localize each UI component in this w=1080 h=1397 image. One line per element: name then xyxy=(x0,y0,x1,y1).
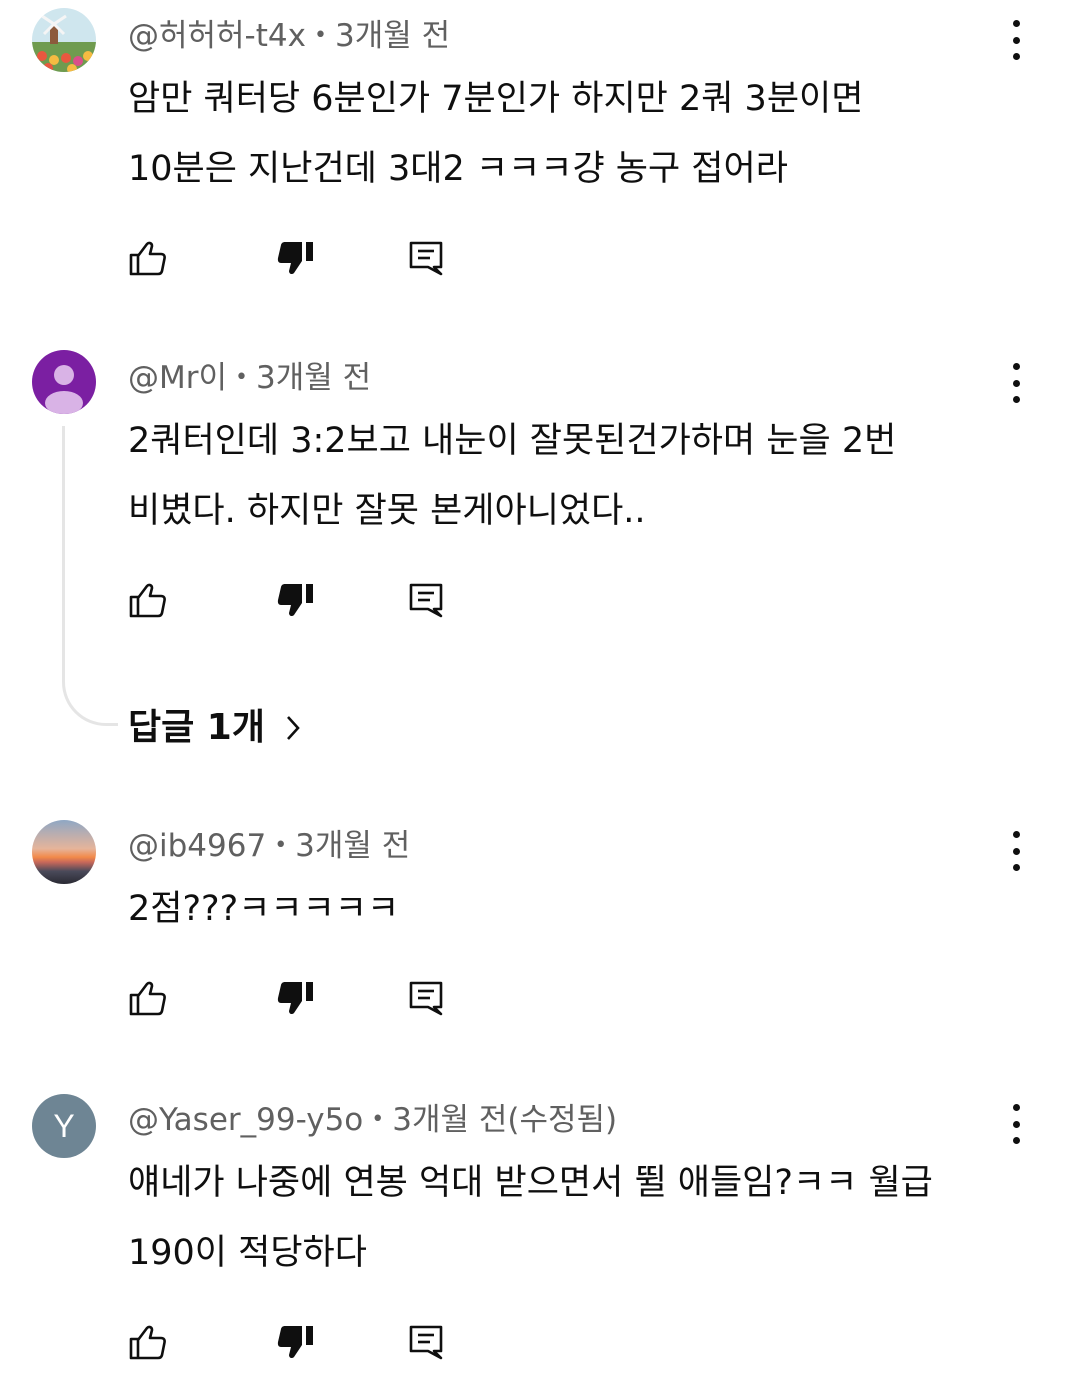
comment-text-line: 190이 적당하다 xyxy=(128,1233,367,1273)
default-user-icon xyxy=(45,365,83,414)
comment-author[interactable]: @ib4967 xyxy=(128,828,266,864)
comment-text: 얘네가 나중에 연봉 억대 받으면서 뛸 애들임?ㅋㅋ 월급 190이 적당하다 xyxy=(128,1148,1008,1288)
more-options-button[interactable] xyxy=(1000,1104,1032,1144)
comment-time: 3개월 전 xyxy=(334,18,451,54)
comment-actions xyxy=(0,1320,1080,1368)
comment-meta: @Yaser_99-y5o • 3개월 전(수정됨) xyxy=(128,1098,617,1142)
reply-button[interactable] xyxy=(404,236,448,280)
dislike-icon xyxy=(277,584,313,617)
comment-text: 암만 쿼터당 6분인가 7분인가 하지만 2쿼 3분이면 10분은 지난건데 3… xyxy=(128,64,1008,204)
view-replies-button[interactable]: 답글 1개 xyxy=(128,700,303,756)
comment-text-line: 2쿼터인데 3:2보고 내눈이 잘못된건가하며 눈을 2번 xyxy=(128,421,897,461)
windmill-tulip-avatar-image xyxy=(32,8,96,72)
reply-icon xyxy=(409,241,443,276)
replies-label: 답글 1개 xyxy=(128,707,265,748)
comment-author[interactable]: @Mr이 xyxy=(128,360,227,396)
like-button[interactable] xyxy=(126,976,170,1020)
dislike-icon xyxy=(277,1326,313,1359)
comment-meta: @ib4967 • 3개월 전 xyxy=(128,824,410,868)
like-button[interactable] xyxy=(126,578,170,622)
comment-text-line: 얘네가 나중에 연봉 억대 받으면서 뛸 애들임?ㅋㅋ 월급 xyxy=(128,1163,933,1203)
reply-button[interactable] xyxy=(404,1320,448,1364)
comment-text-line: 2점???ㅋㅋㅋㅋㅋ xyxy=(128,889,400,929)
more-options-button[interactable] xyxy=(1000,831,1032,871)
like-button[interactable] xyxy=(126,1320,170,1364)
avatar[interactable] xyxy=(32,8,96,72)
comment-text: 2쿼터인데 3:2보고 내눈이 잘못된건가하며 눈을 2번 비볐다. 하지만 잘… xyxy=(128,406,1008,546)
like-icon xyxy=(129,241,166,276)
comment-author[interactable]: @허허허-t4x xyxy=(128,18,306,54)
more-icon xyxy=(1012,831,1020,838)
like-icon xyxy=(129,583,166,618)
separator-dot: • xyxy=(313,23,327,48)
reply-icon xyxy=(409,583,443,618)
sunset-avatar-image xyxy=(32,820,96,884)
dislike-button[interactable] xyxy=(274,236,318,280)
avatar[interactable] xyxy=(32,820,96,884)
dislike-button[interactable] xyxy=(274,578,318,622)
comment-time: 3개월 전 xyxy=(256,360,372,396)
more-icon xyxy=(1012,363,1020,370)
reply-button[interactable] xyxy=(404,578,448,622)
separator-dot: • xyxy=(274,833,288,858)
avatar[interactable] xyxy=(32,350,96,414)
dislike-icon xyxy=(277,982,313,1015)
comment-actions xyxy=(0,236,1080,284)
dislike-button[interactable] xyxy=(274,976,318,1020)
comment-meta: @Mr이 • 3개월 전 xyxy=(128,356,371,400)
avatar-letter: Y xyxy=(53,1107,75,1144)
comment-time: 3개월 전 xyxy=(295,828,411,864)
like-button[interactable] xyxy=(126,236,170,280)
more-icon xyxy=(1012,1104,1020,1111)
comment-author[interactable]: @Yaser_99-y5o xyxy=(128,1102,363,1138)
comment-meta: @허허허-t4x • 3개월 전 xyxy=(128,14,450,58)
comment-text: 2점???ㅋㅋㅋㅋㅋ xyxy=(128,874,1008,944)
like-icon xyxy=(129,981,166,1016)
avatar[interactable]: Y xyxy=(32,1094,96,1158)
comment-time: 3개월 전(수정됨) xyxy=(392,1102,618,1138)
comment-text-line: 암만 쿼터당 6분인가 7분인가 하지만 2쿼 3분이면 xyxy=(128,79,864,119)
more-options-button[interactable] xyxy=(1000,363,1032,403)
more-icon xyxy=(1012,20,1020,27)
more-options-button[interactable] xyxy=(1000,20,1032,60)
thread-line xyxy=(62,426,118,726)
comment-text-line: 비볐다. 하지만 잘못 본게아니었다.. xyxy=(128,491,646,531)
reply-icon xyxy=(409,1325,443,1360)
dislike-icon xyxy=(277,242,313,275)
dislike-button[interactable] xyxy=(274,1320,318,1364)
comment-text-line: 10분은 지난건데 3대2 ㅋㅋㅋ걍 농구 접어라 xyxy=(128,149,788,189)
comment-actions xyxy=(0,976,1080,1024)
separator-dot: • xyxy=(371,1107,385,1132)
chevron-right-icon xyxy=(286,716,300,740)
separator-dot: • xyxy=(235,365,248,390)
reply-button[interactable] xyxy=(404,976,448,1020)
like-icon xyxy=(129,1325,166,1360)
comment-actions xyxy=(0,578,1080,626)
reply-icon xyxy=(409,981,443,1016)
